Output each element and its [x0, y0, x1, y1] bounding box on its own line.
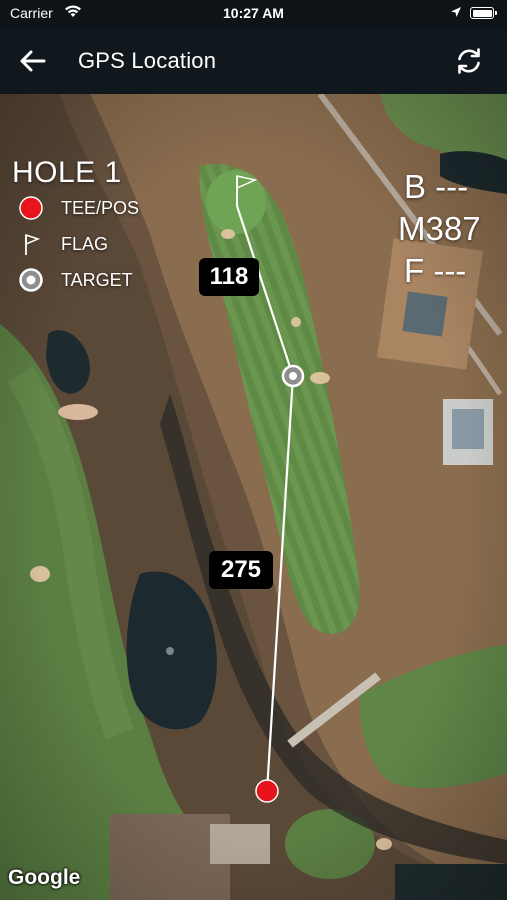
tee-position-dot-icon [19, 196, 43, 220]
flag-icon [25, 233, 41, 255]
legend-item-target: TARGET [12, 262, 133, 298]
distance-middle: M387 [398, 210, 481, 247]
google-attribution-logo: Google [8, 866, 81, 889]
satellite-map[interactable]: HOLE 1 TEE/POS FLAG TARGET B --- M387 F … [0, 94, 507, 900]
refresh-icon [458, 48, 480, 74]
legend-label-tee: TEE/POS [61, 198, 140, 218]
legend-label-target: TARGET [61, 270, 133, 290]
back-button[interactable] [18, 46, 48, 76]
distance-front: F --- [404, 252, 467, 289]
location-arrow-icon [450, 5, 462, 21]
page-title: GPS Location [78, 48, 217, 73]
target-marker[interactable] [281, 364, 305, 388]
distance-readout: B --- M387 F --- [398, 166, 481, 292]
legend-item-tee: TEE/POS [12, 190, 139, 226]
status-bar: Carrier 10:27 AM [0, 0, 507, 28]
tee-position-marker[interactable] [255, 779, 279, 803]
hole-label: HOLE 1 [12, 156, 122, 189]
clock-time: 10:27 AM [223, 5, 284, 21]
back-arrow-icon [20, 50, 46, 72]
navigation-bar: GPS Location [0, 28, 507, 94]
app-root: Carrier 10:27 AM GPS Location HOLE 1 TEE… [0, 0, 507, 900]
refresh-button[interactable] [454, 46, 484, 76]
legend-label-flag: FLAG [61, 234, 109, 254]
distance-back: B --- [404, 168, 469, 205]
battery-icon [470, 7, 497, 19]
target-icon [19, 268, 43, 292]
map-legend: HOLE 1 TEE/POS FLAG TARGET [12, 156, 139, 298]
legend-item-flag: FLAG [12, 226, 122, 262]
distance-badge-to-flag: 118 [199, 258, 259, 296]
distance-badge-to-target: 275 [209, 551, 273, 589]
